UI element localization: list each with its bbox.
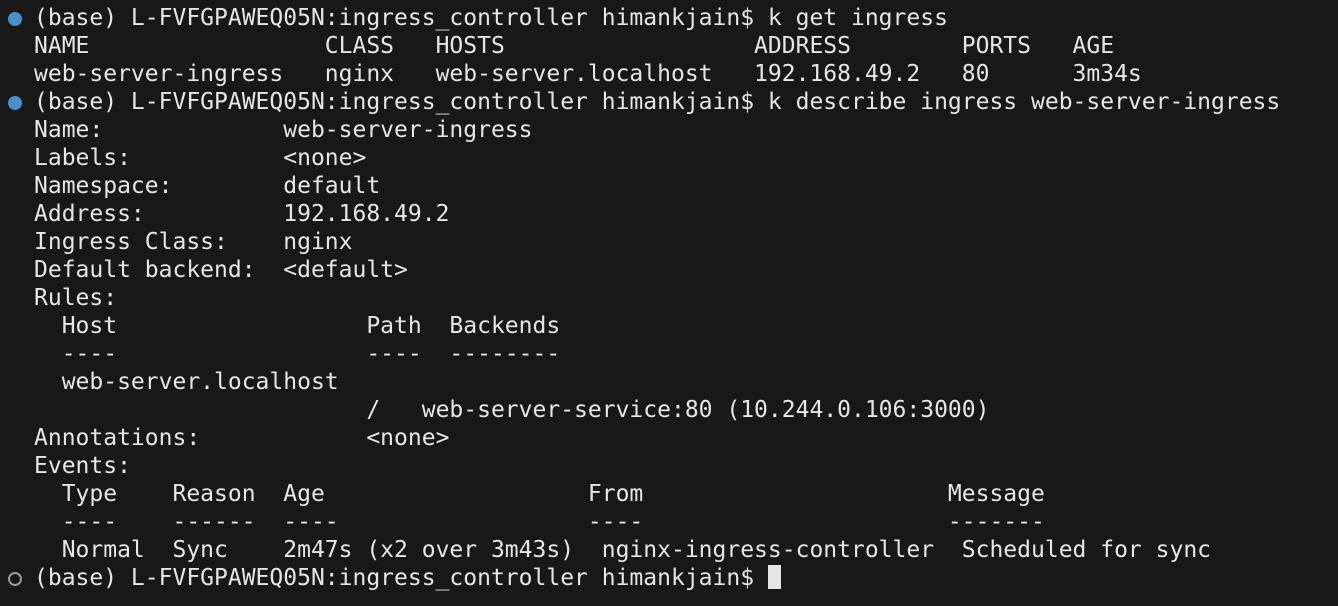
line-text: Address: 192.168.49.2 [34, 201, 450, 227]
line-text: web-server.localhost [34, 369, 339, 395]
terminal-line: / web-server-service:80 (10.244.0.106:30… [0, 396, 1338, 424]
line-text: Labels: <none> [34, 145, 367, 171]
terminal-line: Address: 192.168.49.2 [0, 200, 1338, 228]
line-text: Name: web-server-ingress [34, 117, 533, 143]
line-text: Rules: [34, 285, 118, 311]
line-text: (base) L-FVFGPAWEQ05N:ingress_controller… [34, 89, 1281, 115]
line-text: Events: [34, 453, 131, 479]
terminal-line: Name: web-server-ingress [0, 116, 1338, 144]
prompt-status-icon[interactable] [8, 572, 22, 586]
terminal-line: Normal Sync 2m47s (x2 over 3m43s) nginx-… [0, 536, 1338, 564]
line-text: / web-server-service:80 (10.244.0.106:30… [34, 397, 990, 423]
terminal-line: web-server.localhost [0, 368, 1338, 396]
line-text: (base) L-FVFGPAWEQ05N:ingress_controller… [34, 5, 948, 31]
terminal-line: Ingress Class: nginx [0, 228, 1338, 256]
line-text: web-server-ingress nginx web-server.loca… [34, 61, 1142, 87]
terminal-line: Host Path Backends [0, 312, 1338, 340]
terminal-line: Rules: [0, 284, 1338, 312]
command-status-icon[interactable] [8, 12, 22, 26]
line-text: ---- ---- -------- [34, 341, 561, 367]
terminal-output[interactable]: (base) L-FVFGPAWEQ05N:ingress_controller… [0, 4, 1338, 592]
line-text: Host Path Backends [34, 313, 561, 339]
text-cursor [767, 565, 781, 589]
terminal-line: web-server-ingress nginx web-server.loca… [0, 60, 1338, 88]
terminal-line: (base) L-FVFGPAWEQ05N:ingress_controller… [0, 88, 1338, 116]
terminal-line: ---- ---- -------- [0, 340, 1338, 368]
terminal-line: ---- ------ ---- ---- ------- [0, 508, 1338, 536]
terminal-prompt-line[interactable]: (base) L-FVFGPAWEQ05N:ingress_controller… [0, 564, 1338, 592]
terminal-line: Default backend: <default> [0, 256, 1338, 284]
terminal-line: Events: [0, 452, 1338, 480]
line-text: Ingress Class: nginx [34, 229, 353, 255]
terminal-line: NAME CLASS HOSTS ADDRESS PORTS AGE [0, 32, 1338, 60]
command-status-icon[interactable] [8, 96, 22, 110]
line-text: Annotations: <none> [34, 425, 450, 451]
line-text: Normal Sync 2m47s (x2 over 3m43s) nginx-… [34, 537, 1212, 563]
terminal-line: Annotations: <none> [0, 424, 1338, 452]
line-text: Namespace: default [34, 173, 381, 199]
terminal-line: Type Reason Age From Message [0, 480, 1338, 508]
prompt-text: (base) L-FVFGPAWEQ05N:ingress_controller… [34, 565, 768, 591]
terminal-line: Labels: <none> [0, 144, 1338, 172]
line-text: ---- ------ ---- ---- ------- [34, 509, 1045, 535]
terminal-line: (base) L-FVFGPAWEQ05N:ingress_controller… [0, 4, 1338, 32]
terminal-line: Namespace: default [0, 172, 1338, 200]
line-text: Default backend: <default> [34, 257, 408, 283]
line-text: Type Reason Age From Message [34, 481, 1045, 507]
line-text: NAME CLASS HOSTS ADDRESS PORTS AGE [34, 33, 1115, 59]
